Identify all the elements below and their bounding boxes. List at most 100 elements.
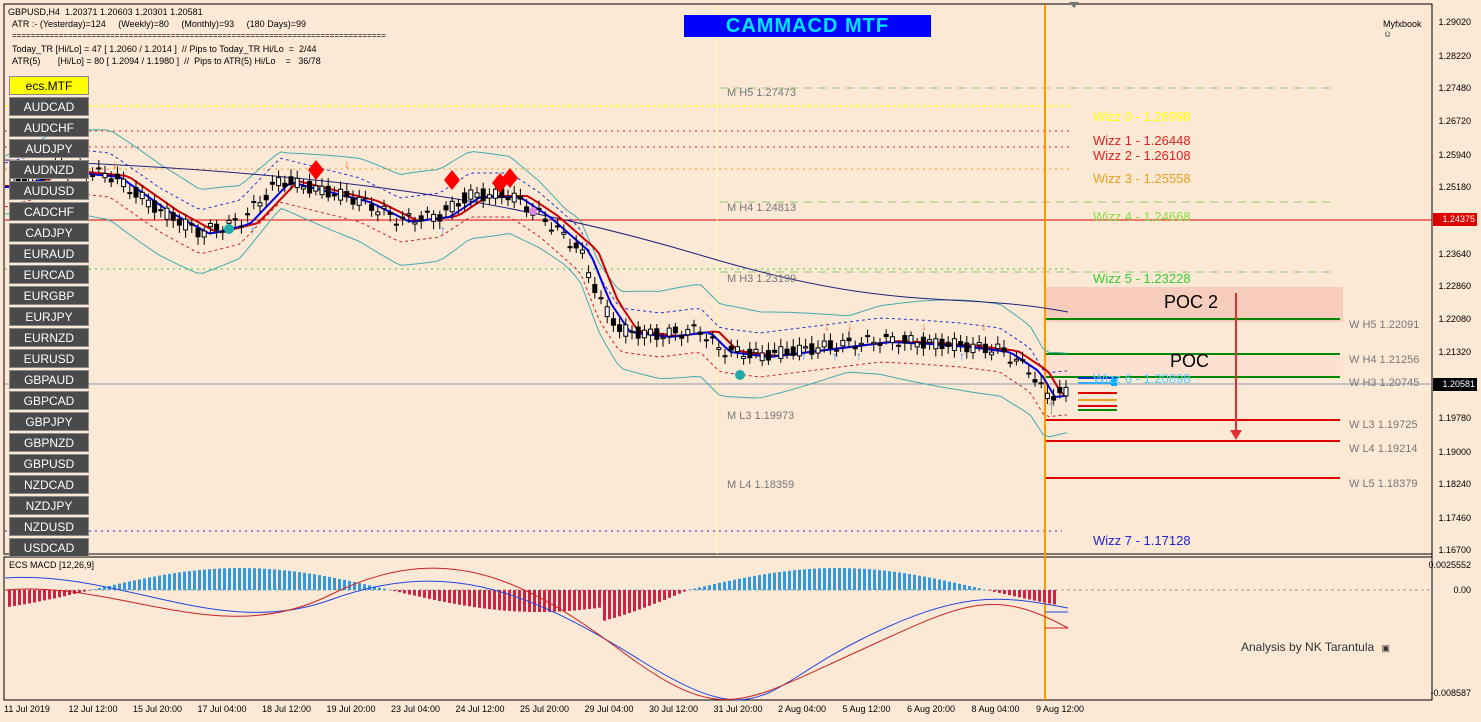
symbol-button-gbpcad[interactable]: GBPCAD	[9, 391, 89, 410]
symbol-button-nzdjpy[interactable]: NZDJPY	[9, 496, 89, 515]
m-l3-label: M L3 1.19973	[727, 410, 795, 422]
svg-text:↓: ↓	[847, 319, 853, 333]
wizz-7-label: Wizz 7 - 1.17128	[1093, 533, 1191, 548]
svg-text:↓: ↓	[981, 319, 987, 333]
symbol-button-audnzd[interactable]: AUDNZD	[9, 160, 89, 179]
symbol-button-ecs-mtf[interactable]: ecs.MTF	[9, 76, 89, 95]
wizz-2-label: Wizz 2 - 1.26108	[1093, 148, 1191, 163]
svg-text:↑: ↑	[250, 223, 256, 237]
price-axis-label: 1.19780	[1438, 413, 1471, 423]
symbol-button-usdcad[interactable]: USDCAD	[9, 538, 89, 557]
symbol-button-audusd[interactable]: AUDUSD	[9, 181, 89, 200]
svg-text:↑: ↑	[801, 349, 807, 363]
time-axis-label: 18 Jul 12:00	[262, 704, 312, 714]
m-h4-label: M H4 1.24813	[727, 202, 797, 214]
symbol-button-gbpnzd[interactable]: GBPNZD	[9, 433, 89, 452]
poc2-label: POC 2	[1164, 292, 1219, 312]
brand-text: Myfxbook	[1383, 19, 1422, 29]
poc-label: POC	[1170, 351, 1210, 371]
credit-text: Analysis by NK Tarantula	[1241, 640, 1375, 654]
price-chart[interactable]: ↑ ↑ ↑ ↑ ↑ ↑ ↓ ↓ ↓ ↓ ↓ ↓ ↑	[0, 0, 1481, 722]
symbol-line: GBPUSD,H4 1.20371 1.20603 1.20301 1.2058…	[8, 7, 203, 17]
m-h3-label: M H3 1.23199	[727, 273, 797, 285]
price-axis-label: 1.23640	[1438, 249, 1471, 259]
macd-axis-bottom: -0.008587	[1430, 688, 1471, 698]
svg-text:↑: ↑	[832, 349, 838, 363]
price-axis-label: 1.22860	[1438, 281, 1471, 291]
symbol-button-nzdusd[interactable]: NZDUSD	[9, 517, 89, 536]
price-axis-label: 1.19000	[1438, 447, 1471, 457]
time-axis-label: 5 Aug 12:00	[842, 704, 891, 714]
current-price-axis-label: 1.20581	[1442, 379, 1475, 389]
svg-text:↑: ↑	[856, 349, 862, 363]
wizz-3-label: Wizz 3 - 1.25558	[1093, 171, 1191, 186]
svg-text:↑: ↑	[440, 223, 446, 237]
svg-text:↑: ↑	[1046, 394, 1057, 419]
w-h4-label: W H4 1.21256	[1349, 354, 1420, 366]
price-axis-label: 1.27480	[1438, 83, 1471, 93]
time-axis-label: 6 Aug 20:00	[907, 704, 956, 714]
wizz-6-label: Wizz 6 - 1.20898	[1093, 371, 1191, 386]
wizz-4-label: Wizz 4 - 1.24668	[1093, 209, 1191, 224]
symbol-button-gbpusd[interactable]: GBPUSD	[9, 454, 89, 473]
symbol-button-eurusd[interactable]: EURUSD	[9, 349, 89, 368]
moving-averages	[4, 159, 1069, 399]
bollinger-bands	[4, 129, 1068, 438]
smiley-icon: ☺	[1383, 29, 1393, 39]
time-axis-label: 12 Jul 12:00	[68, 704, 118, 714]
time-axis-label: 2 Aug 04:00	[778, 704, 827, 714]
symbol-button-gbpaud[interactable]: GBPAUD	[9, 370, 89, 389]
time-axis-label: 30 Jul 12:00	[649, 704, 699, 714]
price-axis-label: 1.21320	[1438, 347, 1471, 357]
price-axis-label: 1.25940	[1438, 150, 1471, 160]
time-axis-label: 23 Jul 04:00	[391, 704, 441, 714]
symbol-button-eurnzd[interactable]: EURNZD	[9, 328, 89, 347]
poc-arrow-head	[1230, 430, 1242, 440]
separator-line: ========================================…	[12, 31, 386, 40]
price-axis-label: 1.16700	[1438, 545, 1471, 555]
symbol-button-eurgbp[interactable]: EURGBP	[9, 286, 89, 305]
svg-text:↑: ↑	[959, 349, 965, 363]
w-h5-label: W H5 1.22091	[1349, 319, 1420, 331]
symbol-button-eurjpy[interactable]: EURJPY	[9, 307, 89, 326]
symbol-button-cadjpy[interactable]: CADJPY	[9, 223, 89, 242]
symbol-button-cadchf[interactable]: CADCHF	[9, 202, 89, 221]
w-l5-label: W L5 1.18379	[1349, 478, 1418, 490]
wizz-0-label: Wizz 0 - 1.26998	[1093, 109, 1191, 124]
symbol-button-audjpy[interactable]: AUDJPY	[9, 139, 89, 158]
wizz-5-label: Wizz 5 - 1.23228	[1093, 271, 1191, 286]
time-axis-label: 25 Jul 20:00	[520, 704, 570, 714]
macd-axis-top: 0.0025552	[1428, 560, 1471, 570]
price-axis-label: 1.18240	[1438, 479, 1471, 489]
time-axis-label: 11 Jul 2019	[4, 704, 50, 714]
macd-title: ECS MACD [12,26,9]	[9, 560, 95, 570]
wizz-1-label: Wizz 1 - 1.26448	[1093, 133, 1191, 148]
w-h3-label: W H3 1.20745	[1349, 377, 1420, 389]
symbol-button-nzdcad[interactable]: NZDCAD	[9, 475, 89, 494]
w-l4-label: W L4 1.19214	[1349, 443, 1418, 455]
price-axis-label: 1.17460	[1438, 513, 1471, 523]
price-axis-label: 1.26720	[1438, 116, 1471, 126]
m-h5-label: M H5 1.27473	[727, 87, 797, 99]
macd-axis-zero: 0.00	[1453, 585, 1471, 595]
symbol-button-audcad[interactable]: AUDCAD	[9, 97, 89, 116]
price-axis-label: 1.25180	[1438, 182, 1471, 192]
svg-text:↓: ↓	[824, 319, 830, 333]
time-axis-label: 9 Aug 12:00	[1036, 704, 1085, 714]
candles	[9, 157, 1069, 406]
time-axis-label: 17 Jul 04:00	[197, 704, 247, 714]
symbol-button-euraud[interactable]: EURAUD	[9, 244, 89, 263]
symbol-button-audchf[interactable]: AUDCHF	[9, 118, 89, 137]
svg-text:↓: ↓	[112, 157, 118, 171]
atr-line: ATR :- (Yesterday)=124 (Weekly)=80 (Mont…	[12, 19, 306, 29]
price-axis-label: 1.22080	[1438, 314, 1471, 324]
collapse-icon[interactable]	[1069, 2, 1079, 8]
svg-text:↓: ↓	[921, 319, 927, 333]
symbol-button-eurcad[interactable]: EURCAD	[9, 265, 89, 284]
price-axis-label: 1.29020	[1438, 17, 1471, 27]
symbol-button-gbpjpy[interactable]: GBPJPY	[9, 412, 89, 431]
time-axis-label: 19 Jul 20:00	[326, 704, 376, 714]
m-l4-label: M L4 1.18359	[727, 479, 795, 491]
price-axis-label: 1.28220	[1438, 51, 1471, 61]
time-axis-label: 31 Jul 20:00	[713, 704, 763, 714]
